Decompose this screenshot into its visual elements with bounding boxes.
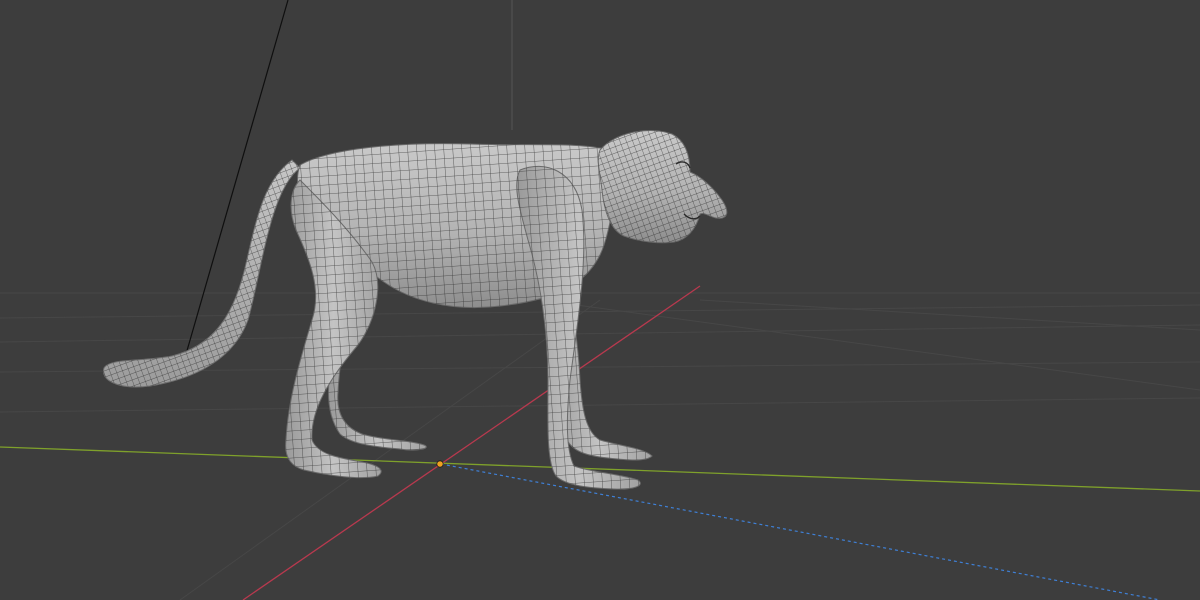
monkey-mesh[interactable] [102,130,728,490]
3d-viewport[interactable] [0,0,1200,600]
origin-point[interactable] [436,460,444,468]
tail[interactable] [102,159,301,388]
head[interactable] [597,130,728,244]
z-axis-line [440,463,1161,600]
